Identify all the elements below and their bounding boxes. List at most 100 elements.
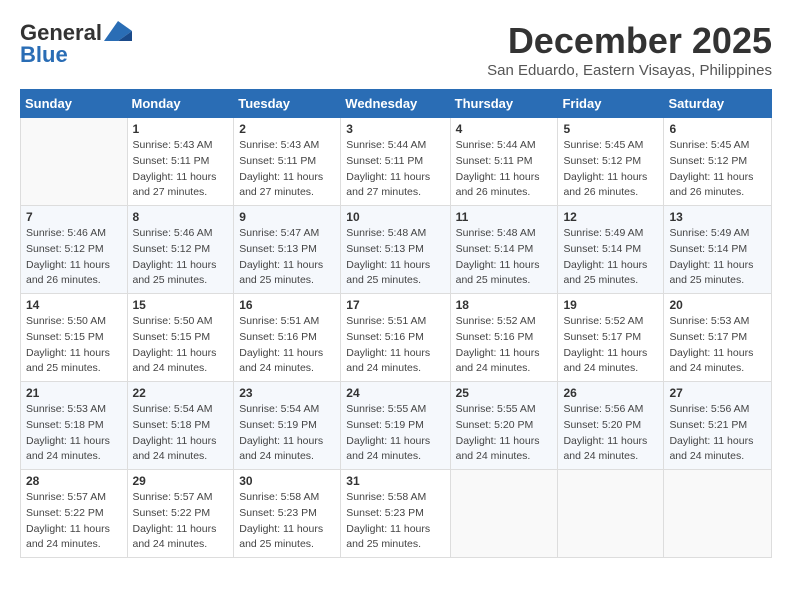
- day-info: Sunrise: 5:52 AM Sunset: 5:16 PM Dayligh…: [456, 314, 553, 377]
- day-number: 2: [239, 122, 335, 136]
- calendar-table: SundayMondayTuesdayWednesdayThursdayFrid…: [20, 89, 772, 558]
- logo-icon: [104, 21, 132, 41]
- day-info: Sunrise: 5:55 AM Sunset: 5:20 PM Dayligh…: [456, 402, 553, 465]
- day-number: 14: [26, 298, 122, 312]
- day-cell: [664, 470, 772, 558]
- day-info: Sunrise: 5:58 AM Sunset: 5:23 PM Dayligh…: [239, 490, 335, 553]
- day-number: 19: [563, 298, 658, 312]
- day-info: Sunrise: 5:48 AM Sunset: 5:14 PM Dayligh…: [456, 226, 553, 289]
- day-info: Sunrise: 5:54 AM Sunset: 5:19 PM Dayligh…: [239, 402, 335, 465]
- day-number: 17: [346, 298, 444, 312]
- day-cell: 4 Sunrise: 5:44 AM Sunset: 5:11 PM Daylig…: [450, 118, 558, 206]
- day-cell: 8Sunrise: 5:46 AM Sunset: 5:12 PM Daylig…: [127, 206, 234, 294]
- day-cell: 31 Sunrise: 5:58 AM Sunset: 5:23 PM Dayli…: [341, 470, 450, 558]
- header-thursday: Thursday: [450, 90, 558, 118]
- header-row: SundayMondayTuesdayWednesdayThursdayFrid…: [21, 90, 772, 118]
- day-info: Sunrise: 5:49 AM Sunset: 5:14 PM Dayligh…: [563, 226, 658, 289]
- day-info: Sunrise: 5:53 AM Sunset: 5:18 PM Dayligh…: [26, 402, 122, 465]
- day-number: 16: [239, 298, 335, 312]
- day-info: Sunrise: 5:44 AM Sunset: 5:11 PM Dayligh…: [346, 138, 444, 201]
- day-number: 26: [563, 386, 658, 400]
- week-row-5: 28 Sunrise: 5:57 AM Sunset: 5:22 PM Dayli…: [21, 470, 772, 558]
- day-cell: 7 Sunrise: 5:46 AM Sunset: 5:12 PM Daylig…: [21, 206, 128, 294]
- day-cell: 27Sunrise: 5:56 AM Sunset: 5:21 PM Dayli…: [664, 382, 772, 470]
- day-number: 11: [456, 210, 553, 224]
- day-cell: 10 Sunrise: 5:48 AM Sunset: 5:13 PM Dayli…: [341, 206, 450, 294]
- day-cell: 24Sunrise: 5:55 AM Sunset: 5:19 PM Dayli…: [341, 382, 450, 470]
- day-info: Sunrise: 5:52 AM Sunset: 5:17 PM Dayligh…: [563, 314, 658, 377]
- day-info: Sunrise: 5:54 AM Sunset: 5:18 PM Dayligh…: [133, 402, 229, 465]
- day-number: 7: [26, 210, 122, 224]
- day-number: 21: [26, 386, 122, 400]
- day-info: Sunrise: 5:48 AM Sunset: 5:13 PM Dayligh…: [346, 226, 444, 289]
- day-info: Sunrise: 5:43 AM Sunset: 5:11 PM Dayligh…: [133, 138, 229, 201]
- day-number: 4: [456, 122, 553, 136]
- day-number: 31: [346, 474, 444, 488]
- day-info: Sunrise: 5:45 AM Sunset: 5:12 PM Dayligh…: [669, 138, 766, 201]
- day-number: 3: [346, 122, 444, 136]
- day-cell: 25 Sunrise: 5:55 AM Sunset: 5:20 PM Dayli…: [450, 382, 558, 470]
- day-info: Sunrise: 5:56 AM Sunset: 5:21 PM Dayligh…: [669, 402, 766, 465]
- day-cell: 21 Sunrise: 5:53 AM Sunset: 5:18 PM Dayli…: [21, 382, 128, 470]
- day-cell: 1Sunrise: 5:43 AM Sunset: 5:11 PM Daylig…: [127, 118, 234, 206]
- day-cell: 13 Sunrise: 5:49 AM Sunset: 5:14 PM Dayli…: [664, 206, 772, 294]
- location-title: San Eduardo, Eastern Visayas, Philippine…: [487, 62, 772, 79]
- day-cell: 17Sunrise: 5:51 AM Sunset: 5:16 PM Dayli…: [341, 294, 450, 382]
- header-tuesday: Tuesday: [234, 90, 341, 118]
- day-info: Sunrise: 5:46 AM Sunset: 5:12 PM Dayligh…: [133, 226, 229, 289]
- day-number: 25: [456, 386, 553, 400]
- week-row-1: 1Sunrise: 5:43 AM Sunset: 5:11 PM Daylig…: [21, 118, 772, 206]
- day-number: 13: [669, 210, 766, 224]
- header-friday: Friday: [558, 90, 664, 118]
- day-number: 6: [669, 122, 766, 136]
- day-number: 28: [26, 474, 122, 488]
- day-cell: 12 Sunrise: 5:49 AM Sunset: 5:14 PM Dayli…: [558, 206, 664, 294]
- day-cell: 16 Sunrise: 5:51 AM Sunset: 5:16 PM Dayli…: [234, 294, 341, 382]
- day-cell: 19 Sunrise: 5:52 AM Sunset: 5:17 PM Dayli…: [558, 294, 664, 382]
- header-saturday: Saturday: [664, 90, 772, 118]
- day-number: 29: [133, 474, 229, 488]
- day-info: Sunrise: 5:56 AM Sunset: 5:20 PM Dayligh…: [563, 402, 658, 465]
- day-info: Sunrise: 5:50 AM Sunset: 5:15 PM Dayligh…: [26, 314, 122, 377]
- day-number: 9: [239, 210, 335, 224]
- day-cell: 6 Sunrise: 5:45 AM Sunset: 5:12 PM Daylig…: [664, 118, 772, 206]
- day-cell: 3 Sunrise: 5:44 AM Sunset: 5:11 PM Daylig…: [341, 118, 450, 206]
- day-cell: 29 Sunrise: 5:57 AM Sunset: 5:22 PM Dayli…: [127, 470, 234, 558]
- day-number: 23: [239, 386, 335, 400]
- day-info: Sunrise: 5:57 AM Sunset: 5:22 PM Dayligh…: [133, 490, 229, 553]
- day-cell: 18 Sunrise: 5:52 AM Sunset: 5:16 PM Dayli…: [450, 294, 558, 382]
- day-cell: 11 Sunrise: 5:48 AM Sunset: 5:14 PM Dayli…: [450, 206, 558, 294]
- day-info: Sunrise: 5:58 AM Sunset: 5:23 PM Dayligh…: [346, 490, 444, 553]
- week-row-2: 7 Sunrise: 5:46 AM Sunset: 5:12 PM Daylig…: [21, 206, 772, 294]
- month-title: December 2025: [487, 20, 772, 62]
- day-cell: 9 Sunrise: 5:47 AM Sunset: 5:13 PM Daylig…: [234, 206, 341, 294]
- day-cell: 28 Sunrise: 5:57 AM Sunset: 5:22 PM Dayli…: [21, 470, 128, 558]
- day-number: 12: [563, 210, 658, 224]
- day-cell: 2Sunrise: 5:43 AM Sunset: 5:11 PM Daylig…: [234, 118, 341, 206]
- day-cell: [558, 470, 664, 558]
- day-info: Sunrise: 5:44 AM Sunset: 5:11 PM Dayligh…: [456, 138, 553, 201]
- day-info: Sunrise: 5:50 AM Sunset: 5:15 PM Dayligh…: [133, 314, 229, 377]
- day-number: 30: [239, 474, 335, 488]
- day-number: 20: [669, 298, 766, 312]
- day-info: Sunrise: 5:57 AM Sunset: 5:22 PM Dayligh…: [26, 490, 122, 553]
- day-info: Sunrise: 5:51 AM Sunset: 5:16 PM Dayligh…: [239, 314, 335, 377]
- day-cell: 14 Sunrise: 5:50 AM Sunset: 5:15 PM Dayli…: [21, 294, 128, 382]
- day-cell: [450, 470, 558, 558]
- week-row-4: 21 Sunrise: 5:53 AM Sunset: 5:18 PM Dayli…: [21, 382, 772, 470]
- day-cell: [21, 118, 128, 206]
- day-info: Sunrise: 5:55 AM Sunset: 5:19 PM Dayligh…: [346, 402, 444, 465]
- day-info: Sunrise: 5:49 AM Sunset: 5:14 PM Dayligh…: [669, 226, 766, 289]
- day-cell: 15Sunrise: 5:50 AM Sunset: 5:15 PM Dayli…: [127, 294, 234, 382]
- day-cell: 22Sunrise: 5:54 AM Sunset: 5:18 PM Dayli…: [127, 382, 234, 470]
- day-info: Sunrise: 5:53 AM Sunset: 5:17 PM Dayligh…: [669, 314, 766, 377]
- day-cell: 5 Sunrise: 5:45 AM Sunset: 5:12 PM Daylig…: [558, 118, 664, 206]
- day-number: 5: [563, 122, 658, 136]
- header-monday: Monday: [127, 90, 234, 118]
- day-info: Sunrise: 5:47 AM Sunset: 5:13 PM Dayligh…: [239, 226, 335, 289]
- day-number: 10: [346, 210, 444, 224]
- day-info: Sunrise: 5:46 AM Sunset: 5:12 PM Dayligh…: [26, 226, 122, 289]
- day-info: Sunrise: 5:45 AM Sunset: 5:12 PM Dayligh…: [563, 138, 658, 201]
- day-cell: 23 Sunrise: 5:54 AM Sunset: 5:19 PM Dayli…: [234, 382, 341, 470]
- day-number: 18: [456, 298, 553, 312]
